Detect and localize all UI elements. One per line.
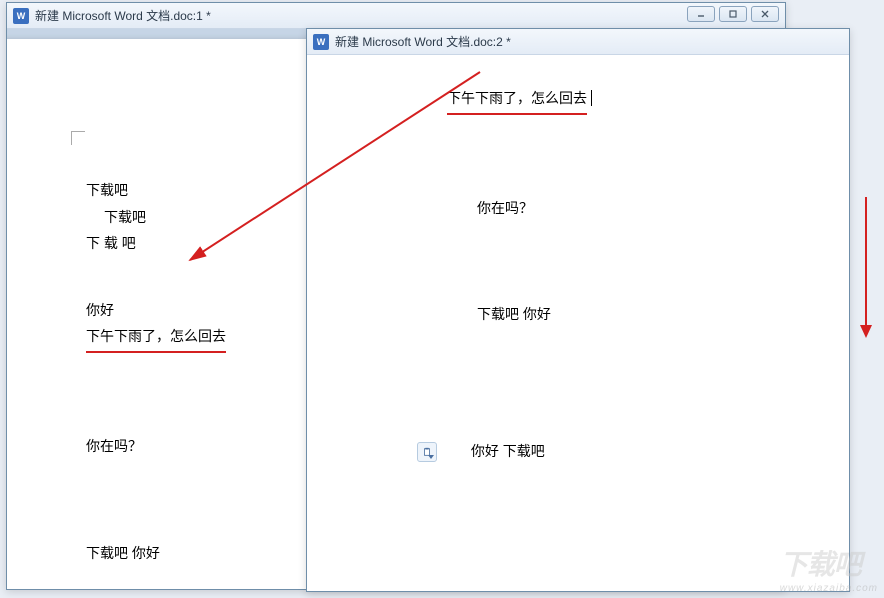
window-controls-1: [687, 6, 779, 22]
watermark-url: www.xiazaiba.com: [780, 583, 878, 594]
text-line: 你好 下载吧: [471, 443, 545, 459]
text-cursor-icon: [591, 90, 592, 106]
word-window-2: W 新建 Microsoft Word 文档.doc:2 * 下午下雨了，怎么回…: [306, 28, 850, 592]
close-button[interactable]: [751, 6, 779, 22]
annotation-arrow-down: [856, 195, 876, 340]
underline-span: 下午下雨了，怎么回去: [447, 85, 587, 115]
text-line: 你在吗？: [477, 195, 799, 222]
window-title-2: 新建 Microsoft Word 文档.doc:2 *: [335, 33, 511, 50]
word-app-icon: W: [313, 34, 329, 50]
watermark-text: 下载吧: [780, 549, 861, 580]
highlighted-text-2: 下午下雨了，怎么回去: [447, 85, 799, 115]
text-line: 下载吧 你好: [477, 301, 799, 328]
page-2[interactable]: 下午下雨了，怎么回去 你在吗？ 下载吧 你好 你好 下载吧: [307, 55, 849, 591]
text-line-with-paste: 你好 下载吧: [417, 438, 799, 465]
watermark: 下载吧 www.xiazaiba.com: [780, 543, 878, 594]
document-area-2[interactable]: 下午下雨了，怎么回去 你在吗？ 下载吧 你好 你好 下载吧: [307, 55, 849, 591]
maximize-button[interactable]: [719, 6, 747, 22]
window-title-1: 新建 Microsoft Word 文档.doc:1 *: [35, 7, 211, 24]
titlebar-2[interactable]: W 新建 Microsoft Word 文档.doc:2 *: [307, 29, 849, 55]
margin-corner-icon: [71, 131, 85, 145]
titlebar-1[interactable]: W 新建 Microsoft Word 文档.doc:1 *: [7, 3, 785, 29]
underline-span: 下午下雨了，怎么回去: [86, 323, 226, 353]
minimize-button[interactable]: [687, 6, 715, 22]
paste-options-icon[interactable]: [417, 442, 437, 462]
word-app-icon: W: [13, 8, 29, 24]
